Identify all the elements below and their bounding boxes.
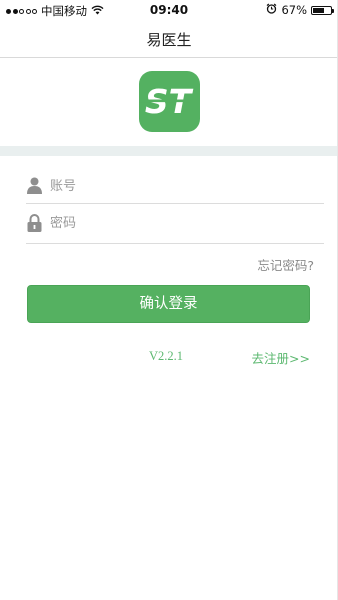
user-icon xyxy=(26,176,43,196)
account-input[interactable] xyxy=(50,174,310,198)
account-field xyxy=(26,170,324,204)
login-button[interactable]: 确认登录 xyxy=(27,285,310,323)
nav-bar: 易医生 xyxy=(0,20,338,58)
battery-percent: 67% xyxy=(281,3,307,17)
section-divider xyxy=(0,146,338,156)
password-field xyxy=(26,207,324,244)
version-label: V2.2.1 xyxy=(149,349,184,363)
register-link[interactable]: 去注册>> xyxy=(252,348,310,367)
password-input[interactable] xyxy=(50,211,310,235)
alarm-icon xyxy=(266,3,277,17)
status-right: 67% xyxy=(266,3,334,17)
forgot-password-link[interactable]: 忘记密码? xyxy=(257,255,314,274)
app-logo: ST xyxy=(139,71,200,132)
lock-icon xyxy=(26,213,43,233)
page-title: 易医生 xyxy=(146,31,192,49)
status-bar: 中国移动 09:40 67% xyxy=(0,0,338,20)
battery-icon xyxy=(311,5,334,15)
